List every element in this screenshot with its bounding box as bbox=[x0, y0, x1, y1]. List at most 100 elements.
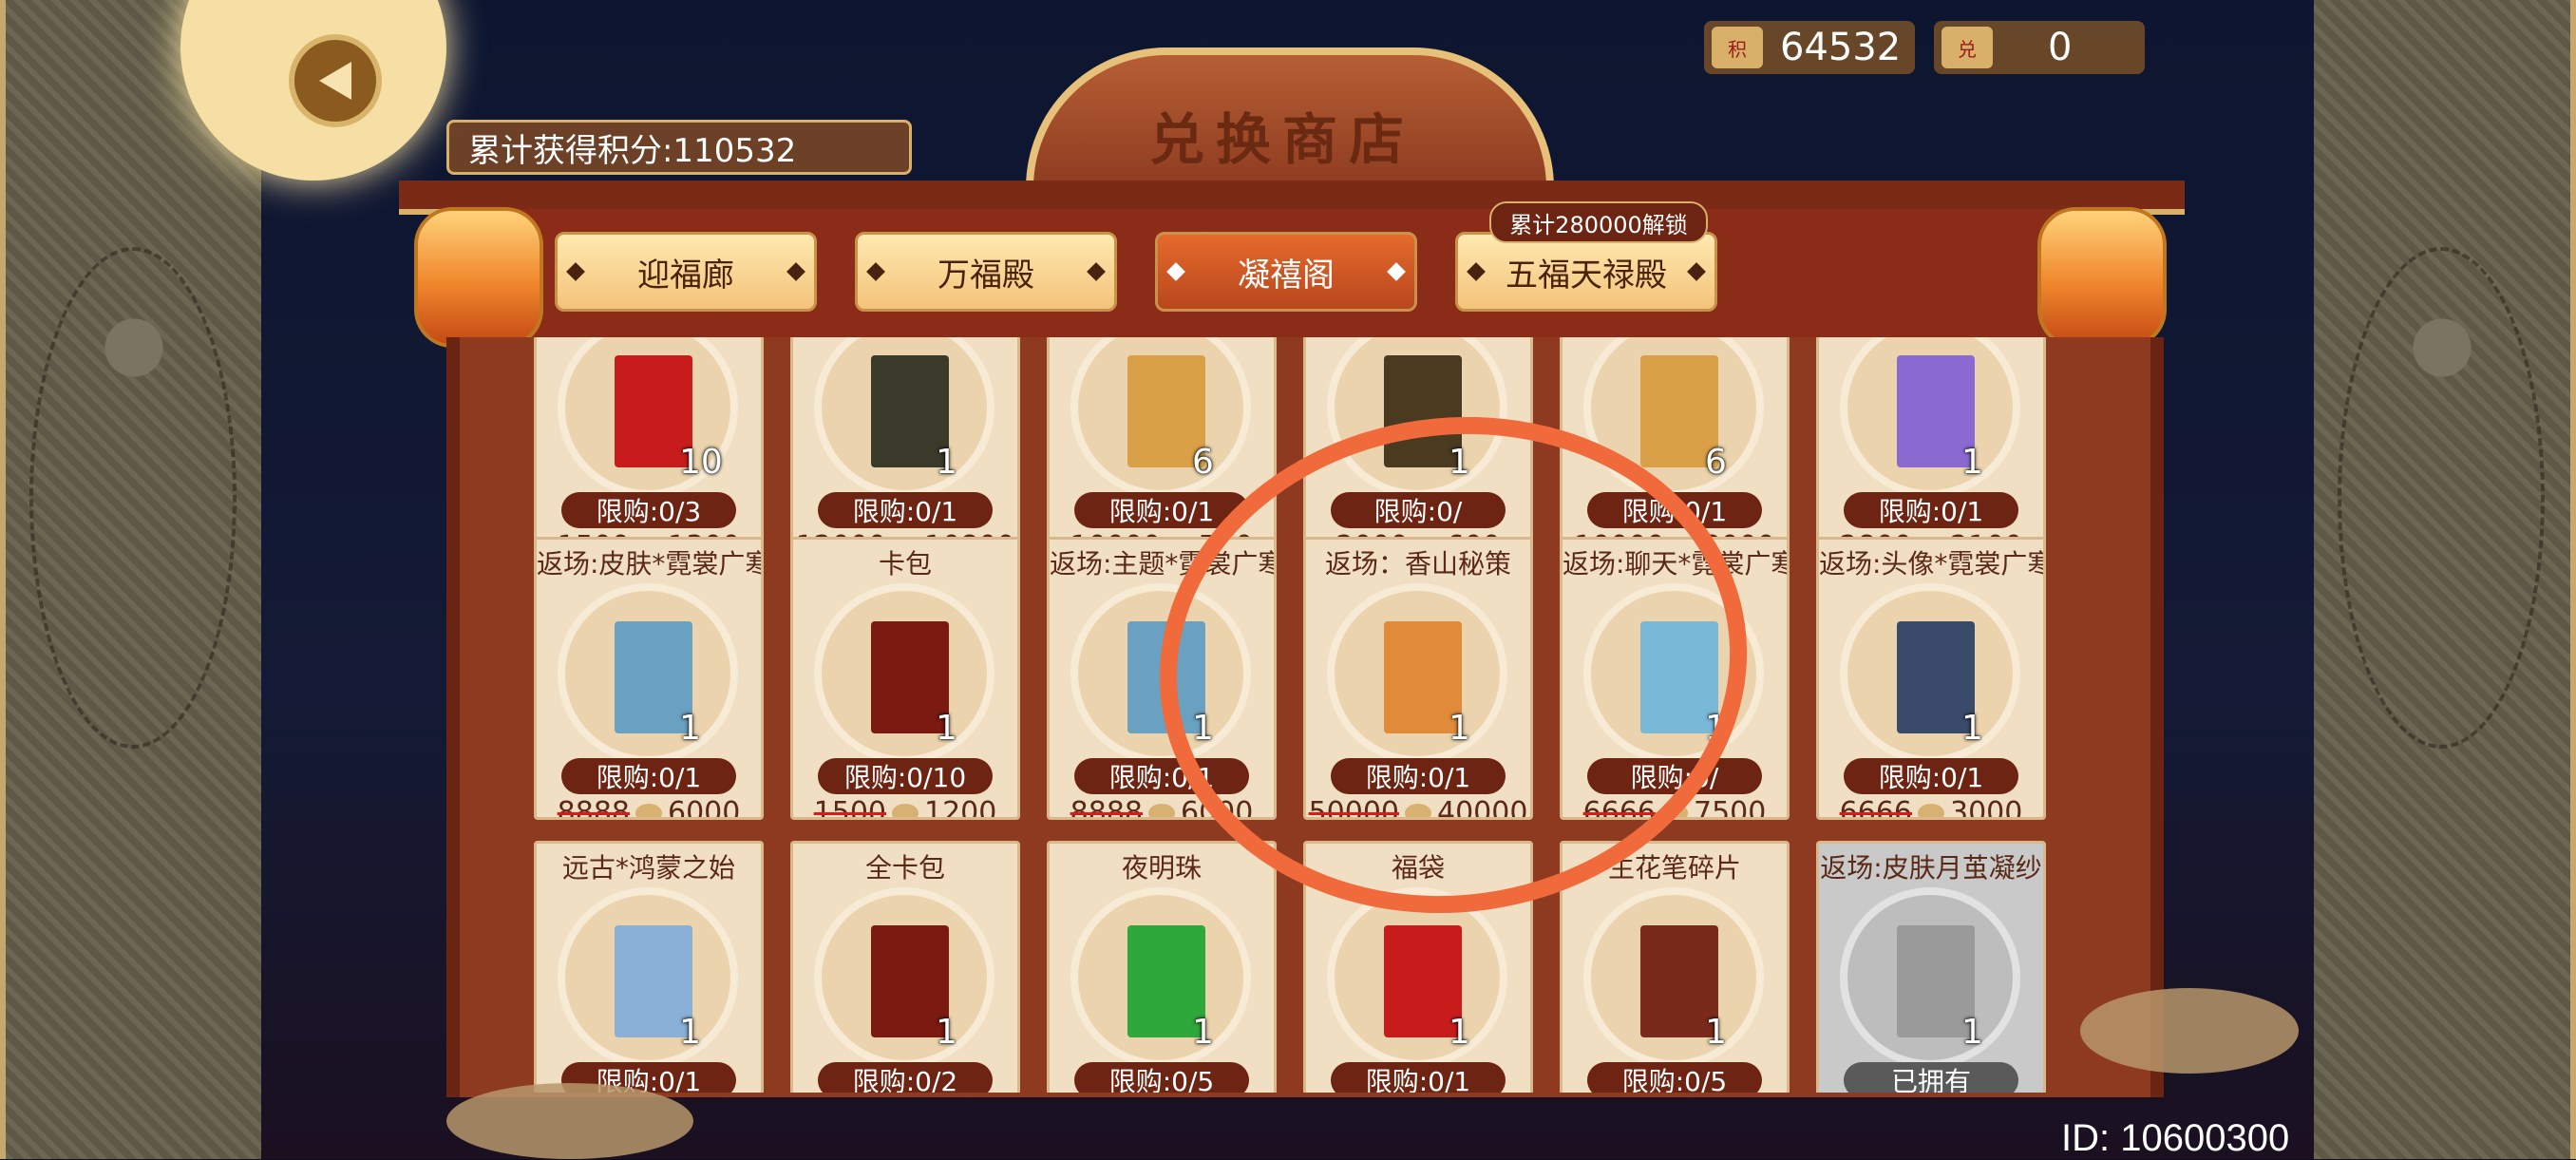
original-price: 1500 bbox=[813, 796, 886, 820]
store-title: 兑换商店 bbox=[1148, 107, 1415, 172]
shop-item-card[interactable]: 6限购:0/110000700 bbox=[1047, 337, 1277, 554]
item-quantity: 1 bbox=[1961, 709, 1983, 748]
exchange-currency: 兑 0 bbox=[1934, 21, 2145, 74]
item-quantity: 6 bbox=[1705, 443, 1727, 482]
item-quantity: 6 bbox=[1192, 443, 1214, 482]
item-quantity: 1 bbox=[1705, 1013, 1727, 1052]
points-coin-icon bbox=[1148, 803, 1175, 817]
dragon-ornament bbox=[2338, 247, 2545, 749]
shop-item-card[interactable]: 全卡包1限购:0/215001 bbox=[790, 841, 1020, 1093]
sale-price: 1200 bbox=[924, 796, 997, 820]
shop-item-card[interactable]: 卡包 1 限购:0/10 1500 1200 bbox=[790, 537, 1020, 820]
sale-price: 7500 bbox=[1694, 796, 1767, 820]
item-price: 8888 6000 bbox=[1050, 796, 1274, 820]
item-quantity: 1 bbox=[1192, 709, 1214, 748]
unlock-badge: 累计280000解锁 bbox=[1489, 201, 1708, 243]
purchase-limit: 限购:0/1 bbox=[1844, 492, 2018, 528]
shop-item-card[interactable]: 返场:聊天*霓裳广寒 1 限购:0/6666 7500 bbox=[1560, 537, 1790, 820]
purchase-limit: 限购:0/1 bbox=[818, 492, 993, 528]
item-title: 福袋 bbox=[1391, 852, 1445, 884]
shop-item-card[interactable]: 返场:皮肤月茧凝纱1已拥有88886000 bbox=[1816, 841, 2046, 1093]
item-title: 返场:皮肤月茧凝纱 bbox=[1820, 852, 2042, 884]
item-quantity: 1 bbox=[1192, 1013, 1214, 1052]
points-coin-icon bbox=[1918, 803, 1944, 817]
tab-label: 迎福廊 bbox=[637, 256, 734, 295]
item-quantity: 1 bbox=[1449, 443, 1470, 482]
shop-item-card[interactable]: 返场:主题*霓裳广寒 1 限购:0/1 8888 6000 bbox=[1047, 537, 1277, 820]
right-decorative-panel bbox=[2308, 0, 2576, 1159]
tab-label: 五福天禄殿 bbox=[1506, 256, 1667, 295]
tab-ningxige[interactable]: 凝禧阁 bbox=[1155, 232, 1417, 312]
purchase-limit: 已拥有 bbox=[1844, 1062, 2018, 1093]
purchase-limit: 限购:0/1 bbox=[1074, 492, 1249, 528]
item-quantity: 1 bbox=[1705, 709, 1727, 748]
shop-item-card[interactable]: 返场:皮肤*霓裳广寒 1 限购:0/1 8888 6000 bbox=[534, 537, 764, 820]
exchange-value: 0 bbox=[2048, 26, 2073, 69]
item-price: 8888 6000 bbox=[537, 796, 761, 820]
back-button[interactable] bbox=[289, 34, 382, 127]
shop-item-card[interactable]: 福袋1限购:0/1720550 bbox=[1303, 841, 1533, 1093]
item-title: 全卡包 bbox=[864, 852, 945, 884]
item-grid: 10限购:0/3150013001限购:0/112000108006限购:0/1… bbox=[534, 337, 2054, 1093]
item-price: 1500 1200 bbox=[793, 796, 1017, 820]
tab-wufutianludian[interactable]: 五福天禄殿 bbox=[1455, 232, 1717, 312]
tab-yingfulang[interactable]: 迎福廊 bbox=[555, 232, 817, 312]
shop-item-card[interactable]: 10限购:0/315001300 bbox=[534, 337, 764, 554]
original-price: 50000 bbox=[1308, 796, 1399, 820]
purchase-limit: 限购:0/ bbox=[1331, 492, 1506, 528]
shop-item-card[interactable]: 1限购:0/128002100 bbox=[1816, 337, 2046, 554]
player-id: ID: 10600300 bbox=[2061, 1117, 2290, 1159]
total-points-label: 累计获得积分:110532 bbox=[446, 120, 912, 175]
item-title: 返场:皮肤*霓裳广寒 bbox=[537, 548, 761, 580]
purchase-limit: 限购:0/1 bbox=[1331, 758, 1506, 794]
purchase-limit: 限购:0/1 bbox=[1844, 758, 2018, 794]
item-title: 远古*鸿蒙之始 bbox=[561, 852, 735, 884]
left-decorative-panel bbox=[0, 0, 268, 1159]
purchase-limit: 限购:0/1 bbox=[1074, 758, 1249, 794]
points-coin-icon bbox=[1405, 803, 1431, 817]
tab-label: 万福殿 bbox=[938, 256, 1034, 295]
shop-item-card[interactable]: 返场:头像*霓裳广寒 1 限购:0/1 6666 3000 bbox=[1816, 537, 2046, 820]
item-title: 返场:头像*霓裳广寒 bbox=[1819, 548, 2043, 580]
sale-price: 40000 bbox=[1437, 796, 1528, 820]
item-quantity: 1 bbox=[1449, 1013, 1470, 1052]
shop-item-card[interactable]: 返场：香山秘策 1 限购:0/1 50000 40000 bbox=[1303, 537, 1533, 820]
shop-item-card[interactable]: 远古*鸿蒙之始1限购:0/188886000 bbox=[534, 841, 764, 1093]
purchase-limit: 限购:0/1 bbox=[1587, 492, 1762, 528]
shop-item-card[interactable]: 1限购:0/11200010800 bbox=[790, 337, 1020, 554]
points-coin-icon: 积 bbox=[1712, 27, 1763, 68]
item-price: 50000 40000 bbox=[1306, 796, 1530, 820]
purchase-limit: 限购:0/5 bbox=[1587, 1062, 1762, 1093]
item-price: 6666 3000 bbox=[1819, 796, 2043, 820]
cloud-ornament bbox=[446, 1083, 693, 1159]
points-coin-icon bbox=[892, 803, 919, 817]
item-quantity: 1 bbox=[679, 1013, 701, 1052]
points-value: 64532 bbox=[1780, 26, 1902, 69]
shop-item-card[interactable]: 夜明珠1限购:0/5720480 bbox=[1047, 841, 1277, 1093]
purchase-limit: 限购:0/10 bbox=[818, 758, 993, 794]
cloud-ornament bbox=[2080, 988, 2299, 1074]
dragon-ornament bbox=[29, 247, 237, 749]
item-title: 返场:主题*霓裳广寒 bbox=[1050, 548, 1274, 580]
item-title: 卡包 bbox=[878, 548, 932, 580]
exchange-coin-icon: 兑 bbox=[1941, 27, 1993, 68]
original-price: 6666 bbox=[1582, 796, 1656, 820]
sale-price: 6000 bbox=[668, 796, 741, 820]
shop-item-card[interactable]: 生花笔碎片1限购:0/5320213 bbox=[1560, 841, 1790, 1093]
item-quantity: 1 bbox=[936, 1013, 957, 1052]
sale-price: 6000 bbox=[1181, 796, 1254, 820]
points-coin-icon bbox=[635, 803, 662, 817]
back-arrow-icon bbox=[319, 62, 351, 100]
item-quantity: 1 bbox=[936, 709, 957, 748]
sale-price: 3000 bbox=[1950, 796, 2023, 820]
points-currency: 积 64532 bbox=[1704, 21, 1915, 74]
item-quantity: 1 bbox=[936, 443, 957, 482]
tab-label: 凝禧阁 bbox=[1238, 256, 1335, 295]
shop-item-card[interactable]: 1限购:0/2000600 bbox=[1303, 337, 1533, 554]
purchase-limit: 限购:0/3 bbox=[561, 492, 736, 528]
item-title: 返场：香山秘策 bbox=[1324, 548, 1511, 580]
purchase-limit: 限购:0/1 bbox=[1331, 1062, 1506, 1093]
original-price: 6666 bbox=[1839, 796, 1912, 820]
tab-wanfudian[interactable]: 万福殿 bbox=[855, 232, 1117, 312]
shop-item-card[interactable]: 6限购:0/1100008000 bbox=[1560, 337, 1790, 554]
